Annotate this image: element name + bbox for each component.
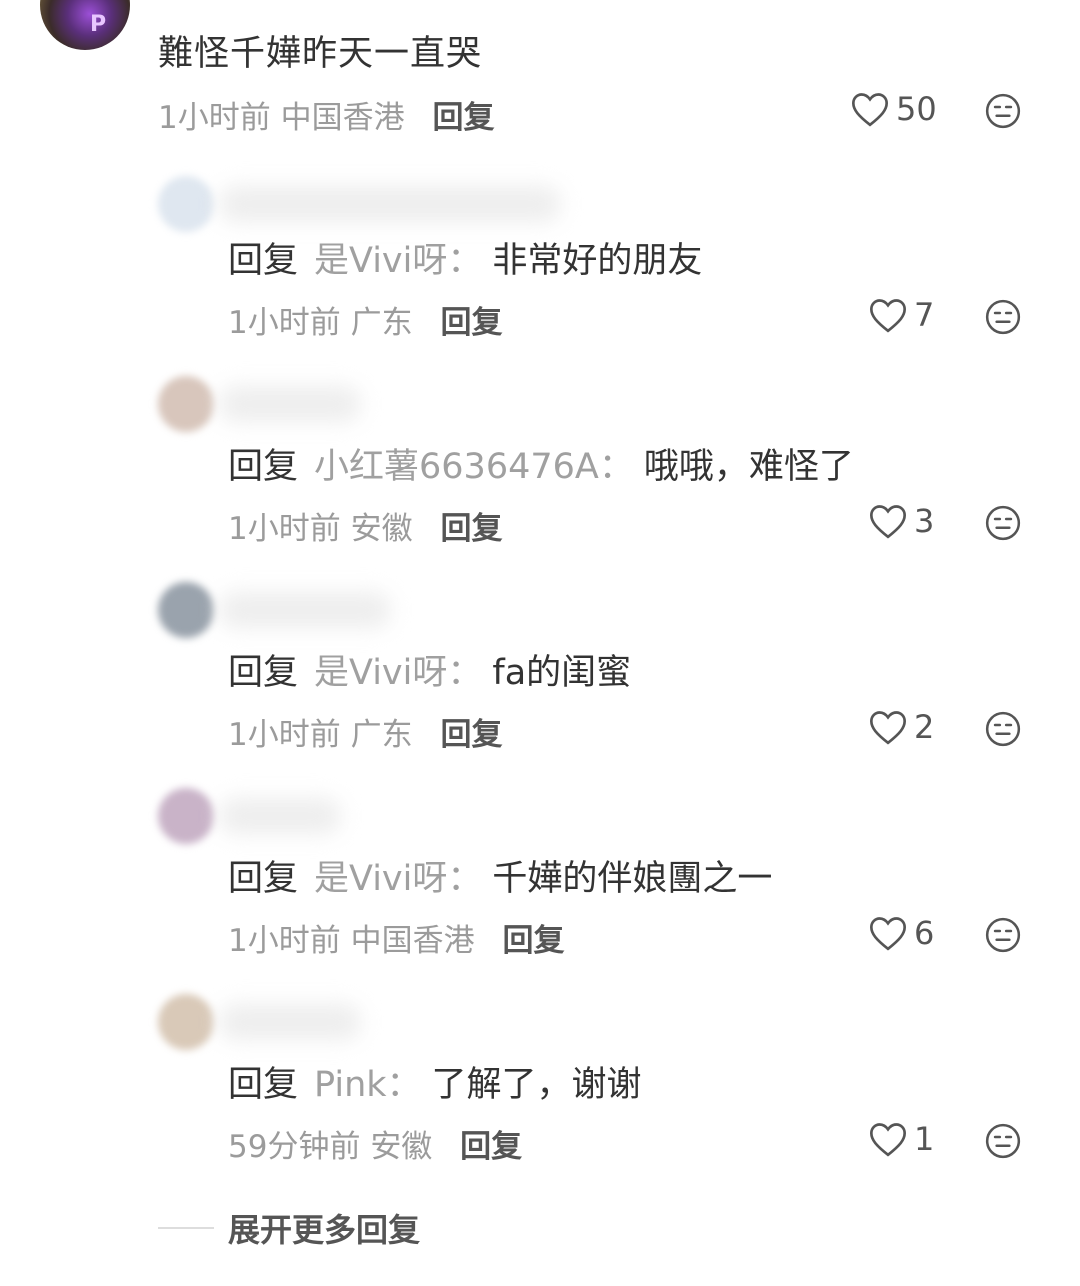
- reply-body: 哦哦，难怪了: [643, 447, 854, 487]
- mention-user[interactable]: 小红薯6636476A: [314, 447, 599, 487]
- like-button[interactable]: 1: [868, 1120, 934, 1158]
- neutral-face-icon[interactable]: [984, 710, 1022, 748]
- heart-outline-icon: [869, 505, 907, 539]
- reply-body: fa的闺蜜: [492, 653, 632, 693]
- reply-button[interactable]: 回复: [440, 511, 502, 547]
- avatar[interactable]: [158, 176, 214, 232]
- blurred-username: [220, 1004, 360, 1040]
- heart-outline-icon: [869, 299, 907, 333]
- avatar[interactable]: [158, 788, 214, 844]
- divider: [158, 1227, 214, 1229]
- reply-button[interactable]: 回复: [502, 923, 564, 959]
- like-count: 7: [914, 296, 935, 334]
- avatar[interactable]: [158, 994, 214, 1050]
- heart-outline-icon: [869, 711, 907, 745]
- reply-meta: 1小时前 广东 回复: [228, 305, 503, 341]
- like-count: 6: [914, 914, 935, 952]
- blurred-username: [220, 798, 340, 834]
- reply-button[interactable]: 回复: [460, 1129, 522, 1165]
- neutral-face-icon[interactable]: [984, 298, 1022, 336]
- reply-text: 回复 是Vivi呀： fa的闺蜜: [228, 653, 632, 693]
- neutral-face-icon[interactable]: [984, 504, 1022, 542]
- heart-outline-icon: [851, 93, 889, 127]
- blurred-username: [220, 386, 360, 422]
- like-count: 1: [914, 1120, 935, 1158]
- comment-time: 1小时前: [158, 100, 271, 136]
- like-button[interactable]: 3: [868, 502, 934, 540]
- neutral-face-icon[interactable]: [984, 92, 1022, 130]
- reply-text: 回复 小红薯6636476A： 哦哦，难怪了: [228, 447, 854, 487]
- reply-text: 回复 是Vivi呀： 非常好的朋友: [228, 241, 703, 281]
- avatar-letter-decoration: P: [90, 12, 107, 37]
- like-button[interactable]: 50: [850, 90, 937, 128]
- mention-user[interactable]: 是Vivi呀: [314, 653, 447, 693]
- reply-meta: 1小时前 广东 回复: [228, 717, 503, 753]
- reply-text: 回复 Pink： 了解了，谢谢: [228, 1065, 642, 1105]
- mention-user[interactable]: Pink: [314, 1065, 387, 1105]
- like-count: 3: [914, 502, 935, 540]
- avatar[interactable]: P: [40, 0, 130, 50]
- heart-outline-icon: [869, 917, 907, 951]
- reply-meta: 1小时前 安徽 回复: [228, 511, 503, 547]
- reply-button[interactable]: 回复: [440, 717, 502, 753]
- like-button[interactable]: 6: [868, 914, 934, 952]
- reply-body: 了解了，谢谢: [431, 1065, 642, 1105]
- comment-text: 難怪千嬅昨天一直哭: [158, 34, 483, 74]
- reply-button[interactable]: 回复: [440, 305, 502, 341]
- neutral-face-icon[interactable]: [984, 1122, 1022, 1160]
- blurred-username: [220, 186, 560, 222]
- avatar[interactable]: [158, 376, 214, 432]
- mention-user[interactable]: 是Vivi呀: [314, 859, 447, 899]
- comment-meta: 1小时前 中国香港 回复: [158, 92, 494, 137]
- reply-body: 非常好的朋友: [492, 241, 703, 281]
- like-count: 2: [914, 708, 935, 746]
- reply-text: 回复 是Vivi呀： 千嬅的伴娘團之一: [228, 859, 773, 899]
- like-button[interactable]: 7: [868, 296, 934, 334]
- neutral-face-icon[interactable]: [984, 916, 1022, 954]
- like-count: 50: [896, 90, 937, 128]
- reply-button[interactable]: 回复: [432, 100, 494, 136]
- avatar[interactable]: [158, 582, 214, 638]
- like-button[interactable]: 2: [868, 708, 934, 746]
- mention-user[interactable]: 是Vivi呀: [314, 241, 447, 281]
- heart-outline-icon: [869, 1123, 907, 1157]
- comment-location: 中国香港: [280, 100, 405, 136]
- blurred-username: [220, 592, 390, 628]
- reply-meta: 59分钟前 安徽 回复: [228, 1129, 523, 1165]
- expand-more-replies[interactable]: 展开更多回复: [158, 1205, 420, 1251]
- expand-more-label: 展开更多回复: [228, 1211, 421, 1249]
- reply-body: 千嬅的伴娘團之一: [492, 859, 773, 899]
- reply-meta: 1小时前 中国香港 回复: [228, 923, 565, 959]
